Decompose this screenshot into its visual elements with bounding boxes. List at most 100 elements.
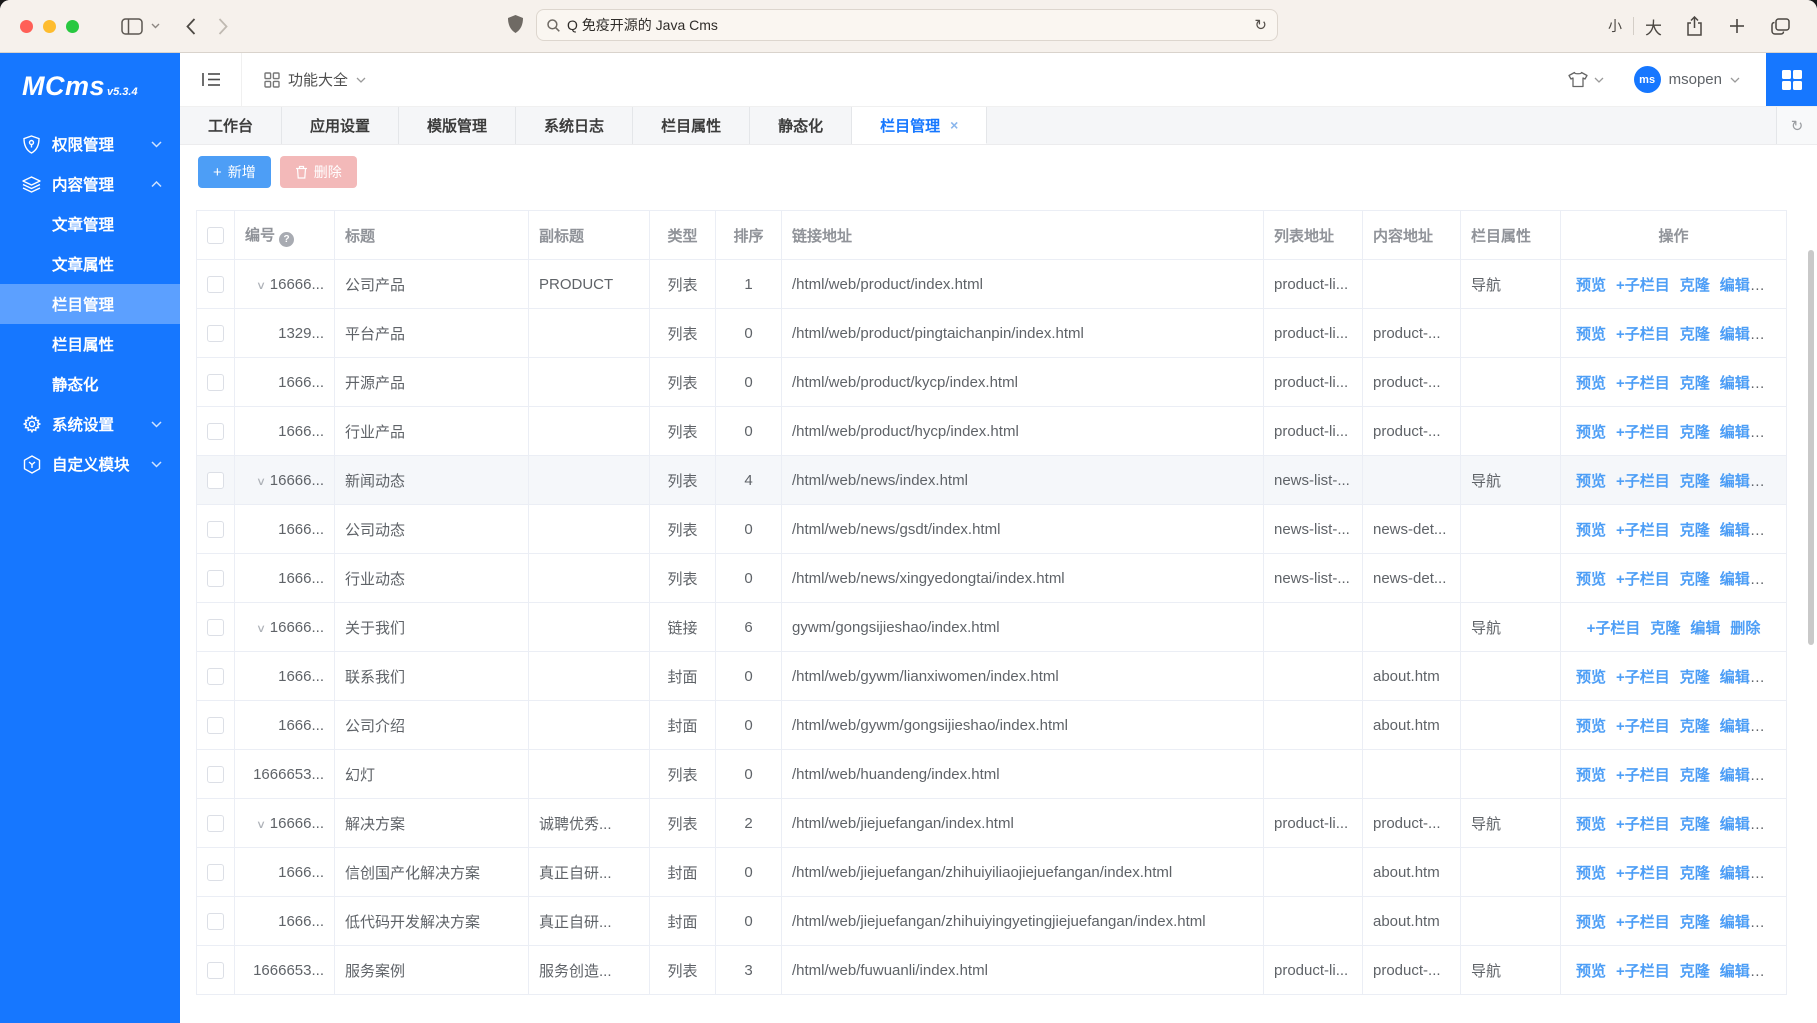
row-checkbox[interactable] (207, 276, 224, 293)
refresh-tab-icon[interactable]: ↻ (1776, 107, 1817, 144)
tab-overview-icon[interactable] (1758, 18, 1803, 35)
minimize-window-button[interactable] (43, 20, 56, 33)
action-link[interactable]: +子栏目 (1616, 375, 1670, 392)
action-link[interactable]: 克隆 (1650, 620, 1680, 637)
action-link[interactable]: 克隆 (1680, 571, 1710, 588)
action-link[interactable]: 预览 (1576, 277, 1606, 294)
action-link[interactable]: +子栏目 (1616, 473, 1670, 490)
expand-caret-icon[interactable]: ∨ (256, 818, 266, 831)
action-link[interactable]: 编辑 (1720, 424, 1750, 441)
forward-button[interactable] (218, 18, 228, 35)
back-button[interactable] (186, 18, 196, 35)
sidebar-chevron-icon[interactable] (151, 23, 160, 29)
action-link[interactable]: +子栏目 (1616, 914, 1670, 931)
page-tab[interactable]: 静态化 (750, 107, 852, 144)
row-checkbox[interactable] (207, 717, 224, 734)
sidebar-item-content[interactable]: 内容管理 (0, 164, 180, 204)
close-tab-icon[interactable]: × (950, 117, 958, 133)
action-link[interactable]: 克隆 (1680, 914, 1710, 931)
row-checkbox[interactable] (207, 472, 224, 489)
select-all-checkbox[interactable] (207, 227, 224, 244)
row-checkbox[interactable] (207, 374, 224, 391)
privacy-shield-icon[interactable] (508, 15, 523, 33)
expand-caret-icon[interactable]: ∨ (256, 475, 266, 488)
action-link[interactable]: 删除 (1730, 620, 1760, 637)
action-link[interactable]: 编辑 (1720, 326, 1750, 343)
sidebar-item-custom-module[interactable]: 自定义模块 (0, 444, 180, 484)
action-link[interactable]: +子栏目 (1616, 669, 1670, 686)
action-link[interactable]: 编辑 (1720, 963, 1750, 980)
action-link[interactable]: +子栏目 (1616, 522, 1670, 539)
row-checkbox[interactable] (207, 423, 224, 440)
row-checkbox[interactable] (207, 864, 224, 881)
action-link[interactable]: 克隆 (1680, 767, 1710, 784)
add-button[interactable]: + 新增 (198, 156, 271, 188)
action-link[interactable]: +子栏目 (1616, 767, 1670, 784)
action-link[interactable]: 预览 (1576, 767, 1606, 784)
action-link[interactable]: 克隆 (1680, 326, 1710, 343)
new-tab-icon[interactable] (1716, 18, 1758, 34)
row-checkbox[interactable] (207, 815, 224, 832)
action-link[interactable]: 预览 (1576, 963, 1606, 980)
text-smaller-button[interactable]: 小 (1597, 16, 1633, 36)
zoom-window-button[interactable] (66, 20, 79, 33)
action-link[interactable]: 预览 (1576, 473, 1606, 490)
app-menu-trigger[interactable]: 功能大全 (264, 69, 366, 90)
action-link[interactable]: 克隆 (1680, 865, 1710, 882)
page-tab[interactable]: 系统日志 (516, 107, 633, 144)
expand-caret-icon[interactable]: ∨ (256, 279, 266, 292)
action-link[interactable]: +子栏目 (1616, 963, 1670, 980)
action-link[interactable]: 预览 (1576, 669, 1606, 686)
row-checkbox[interactable] (207, 325, 224, 342)
action-link[interactable]: 克隆 (1680, 277, 1710, 294)
action-link[interactable]: 编辑 (1720, 375, 1750, 392)
sidebar-item-category-manage[interactable]: 栏目管理 (0, 284, 180, 324)
sidebar-item-category-attr[interactable]: 栏目属性 (0, 324, 180, 364)
share-icon[interactable] (1673, 16, 1716, 36)
action-link[interactable]: 克隆 (1680, 522, 1710, 539)
text-larger-button[interactable]: 大 (1634, 14, 1673, 39)
action-link[interactable]: 编辑 (1720, 767, 1750, 784)
action-link[interactable]: 预览 (1576, 522, 1606, 539)
action-link[interactable]: 编辑 (1720, 669, 1750, 686)
page-tab[interactable]: 栏目管理× (852, 107, 987, 144)
action-link[interactable]: 预览 (1576, 816, 1606, 833)
page-tab[interactable]: 模版管理 (399, 107, 516, 144)
action-link[interactable]: 预览 (1576, 424, 1606, 441)
help-icon[interactable]: ? (279, 232, 294, 247)
scrollbar-thumb[interactable] (1808, 250, 1814, 645)
sidebar-item-system[interactable]: 系统设置 (0, 404, 180, 444)
browser-sidebar-toggle-icon[interactable] (121, 18, 143, 35)
action-link[interactable]: 编辑 (1720, 718, 1750, 735)
collapse-sidebar-icon[interactable] (180, 53, 241, 106)
expand-caret-icon[interactable]: ∨ (256, 622, 266, 635)
action-link[interactable]: 编辑 (1720, 816, 1750, 833)
action-link[interactable]: 编辑 (1690, 620, 1720, 637)
action-link[interactable]: 编辑 (1720, 865, 1750, 882)
action-link[interactable]: 克隆 (1680, 816, 1710, 833)
sidebar-item-article-attr[interactable]: 文章属性 (0, 244, 180, 284)
action-link[interactable]: 编辑 (1720, 571, 1750, 588)
page-tab[interactable]: 工作台 (180, 107, 282, 144)
action-link[interactable]: 预览 (1576, 375, 1606, 392)
action-link[interactable]: 克隆 (1680, 424, 1710, 441)
action-link[interactable]: 编辑 (1720, 522, 1750, 539)
sidebar-item-article-manage[interactable]: 文章管理 (0, 204, 180, 244)
page-tab[interactable]: 应用设置 (282, 107, 399, 144)
row-checkbox[interactable] (207, 619, 224, 636)
action-link[interactable]: 预览 (1576, 865, 1606, 882)
action-link[interactable]: 编辑 (1720, 277, 1750, 294)
row-checkbox[interactable] (207, 962, 224, 979)
row-checkbox[interactable] (207, 570, 224, 587)
action-link[interactable]: +子栏目 (1616, 571, 1670, 588)
sidebar-item-static[interactable]: 静态化 (0, 364, 180, 404)
apps-grid-button[interactable] (1766, 53, 1817, 106)
delete-button[interactable]: 删除 (280, 156, 357, 188)
action-link[interactable]: 预览 (1576, 571, 1606, 588)
action-link[interactable]: +子栏目 (1616, 277, 1670, 294)
action-link[interactable]: +子栏目 (1616, 718, 1670, 735)
action-link[interactable]: +子栏目 (1616, 865, 1670, 882)
action-link[interactable]: 预览 (1576, 914, 1606, 931)
action-link[interactable]: 编辑 (1720, 473, 1750, 490)
action-link[interactable]: 预览 (1576, 718, 1606, 735)
